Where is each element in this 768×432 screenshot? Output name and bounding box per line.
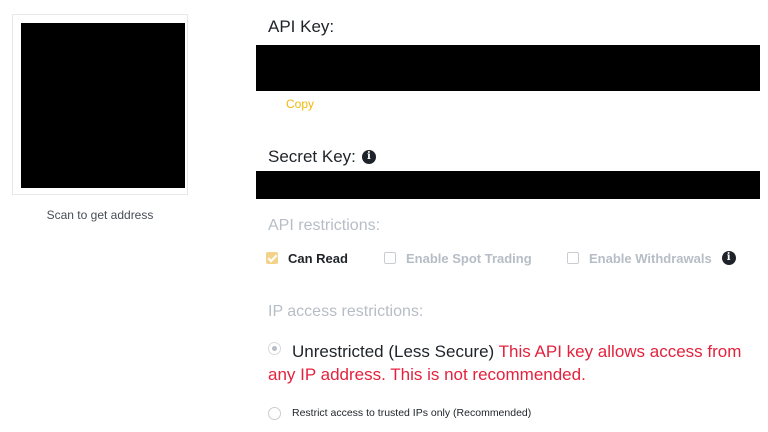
qr-code [21,23,185,188]
api-restrictions-title: API restrictions: [268,217,381,234]
secret-key-value-redacted [256,171,760,199]
info-icon[interactable]: i [721,251,736,265]
permission-spot-trading[interactable]: Enable Spot Trading [384,250,532,266]
spot-trading-checkbox[interactable] [384,252,396,264]
restrict-trusted-ips-label[interactable]: Restrict access to trusted IPs only (Rec… [292,407,531,419]
secret-key-label-row: Secret Key: i [268,147,376,167]
restrict-trusted-ips-radio[interactable] [268,407,281,420]
api-key-page: Scan to get address API Key: Copy Secret… [0,0,768,432]
unrestricted-option[interactable]: Unrestricted (Less Secure) This API key … [268,340,748,386]
permission-can-read[interactable]: Can Read [266,250,348,266]
api-key-value-redacted [256,45,760,91]
info-icon[interactable]: i [361,149,376,164]
can-read-label: Can Read [288,250,348,266]
permission-withdrawals[interactable]: Enable Withdrawals i [567,250,736,266]
secret-key-label: Secret Key: [268,147,356,166]
spot-trading-label: Enable Spot Trading [406,250,532,266]
withdrawals-label: Enable Withdrawals [589,250,712,266]
withdrawals-checkbox[interactable] [567,252,579,264]
unrestricted-label: Unrestricted (Less Secure) [292,342,495,361]
copy-api-key-button[interactable]: Copy [286,97,314,111]
ip-restrictions-title: IP access restrictions: [268,303,424,320]
api-key-label: API Key: [268,17,335,36]
can-read-checkbox[interactable] [266,252,278,264]
qr-caption: Scan to get address [46,208,154,222]
qr-code-frame [12,14,188,195]
